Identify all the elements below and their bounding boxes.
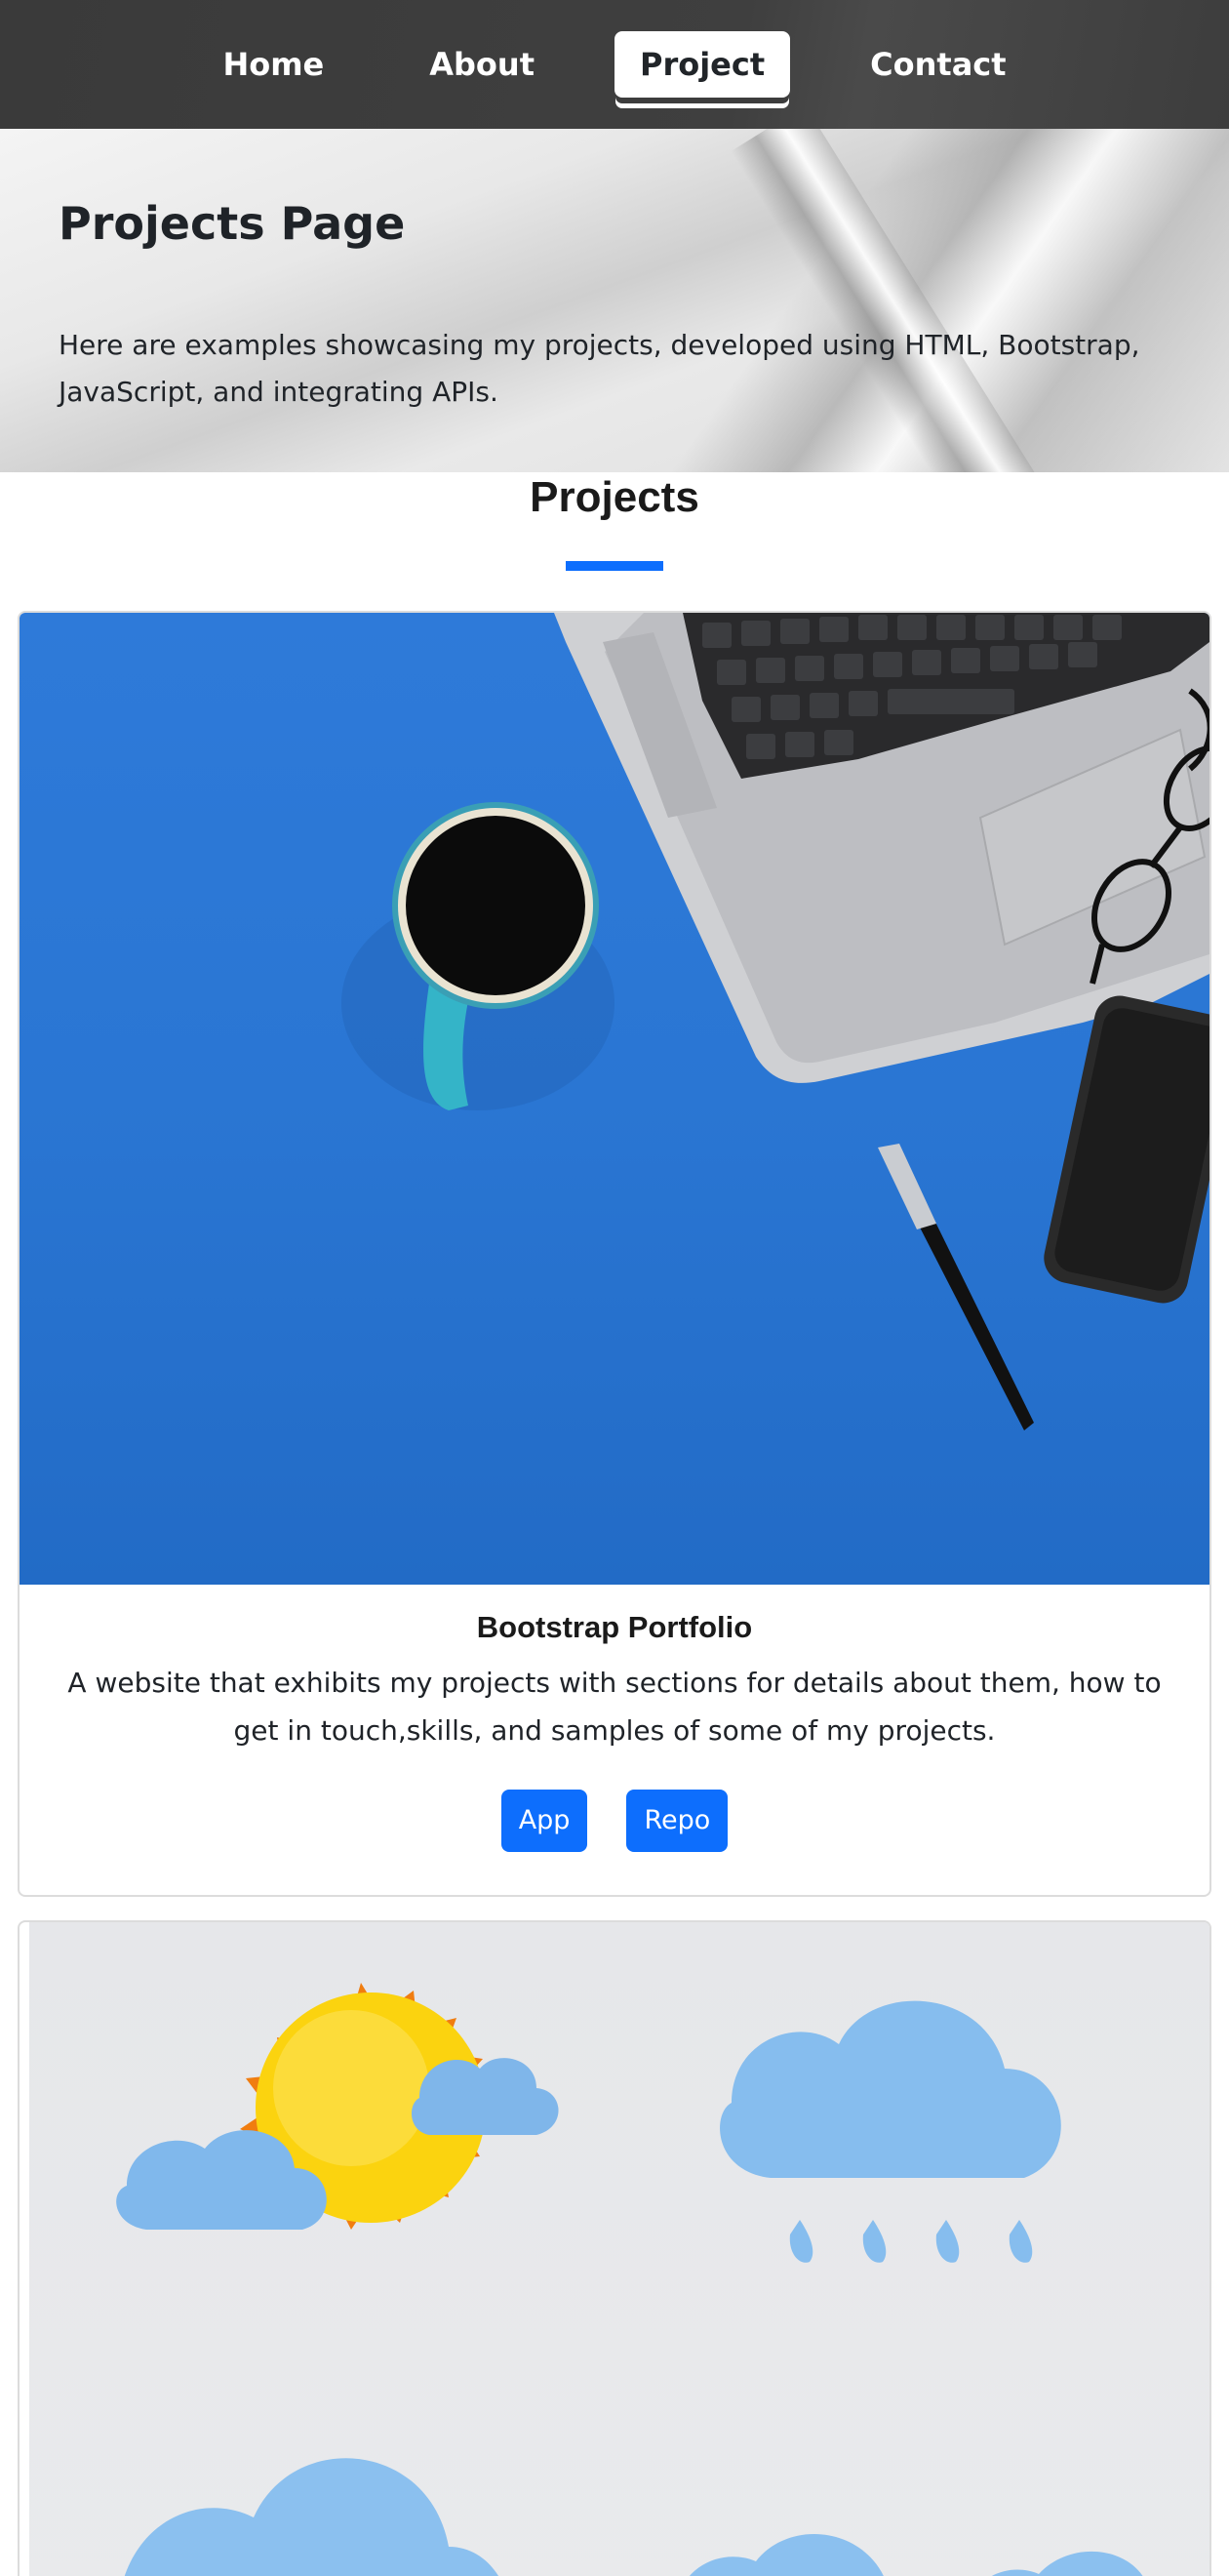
page-title: Projects Page [59, 197, 406, 250]
project-card-weather [18, 1920, 1211, 2576]
rain-cloud-icon [720, 2000, 1061, 2263]
bottom-clouds-icon [124, 2458, 1143, 2576]
nav-link-project[interactable]: Project [614, 31, 791, 98]
nav-list: Home About Project Contact [170, 31, 1058, 98]
sun-cloud-icon [116, 1983, 559, 2230]
top-navbar: Home About Project Contact [0, 0, 1229, 129]
pen-shape [878, 1144, 1034, 1430]
project-image-desk [20, 613, 1209, 1585]
phone-shape [1044, 995, 1209, 1304]
page-header-banner: Projects Page Here are examples showcasi… [0, 129, 1229, 472]
project-card-body: Bootstrap Portfolio A website that exhib… [20, 1585, 1209, 1852]
coffee-cup-shape [341, 802, 614, 1110]
page-description: Here are examples showcasing my projects… [59, 329, 1140, 408]
weather-icons-illustration [116, 1983, 1143, 2576]
project-image-weather [29, 1922, 1209, 2576]
nav-link-home[interactable]: Home [197, 31, 349, 98]
project-title: Bootstrap Portfolio [476, 1610, 753, 1644]
section-title-underline [566, 561, 663, 571]
project-description: A website that exhibits my projects with… [67, 1667, 1162, 1747]
app-button[interactable]: App [500, 1790, 588, 1852]
project-card-bootstrap-portfolio: Bootstrap Portfolio A website that exhib… [18, 611, 1211, 1897]
nav-link-contact[interactable]: Contact [845, 31, 1031, 98]
repo-button[interactable]: Repo [626, 1790, 729, 1852]
projects-section-title: Projects [530, 473, 699, 521]
nav-link-about[interactable]: About [404, 31, 560, 98]
project-button-row: App Repo [20, 1790, 1209, 1852]
desk-photo-illustration [341, 613, 1209, 1430]
